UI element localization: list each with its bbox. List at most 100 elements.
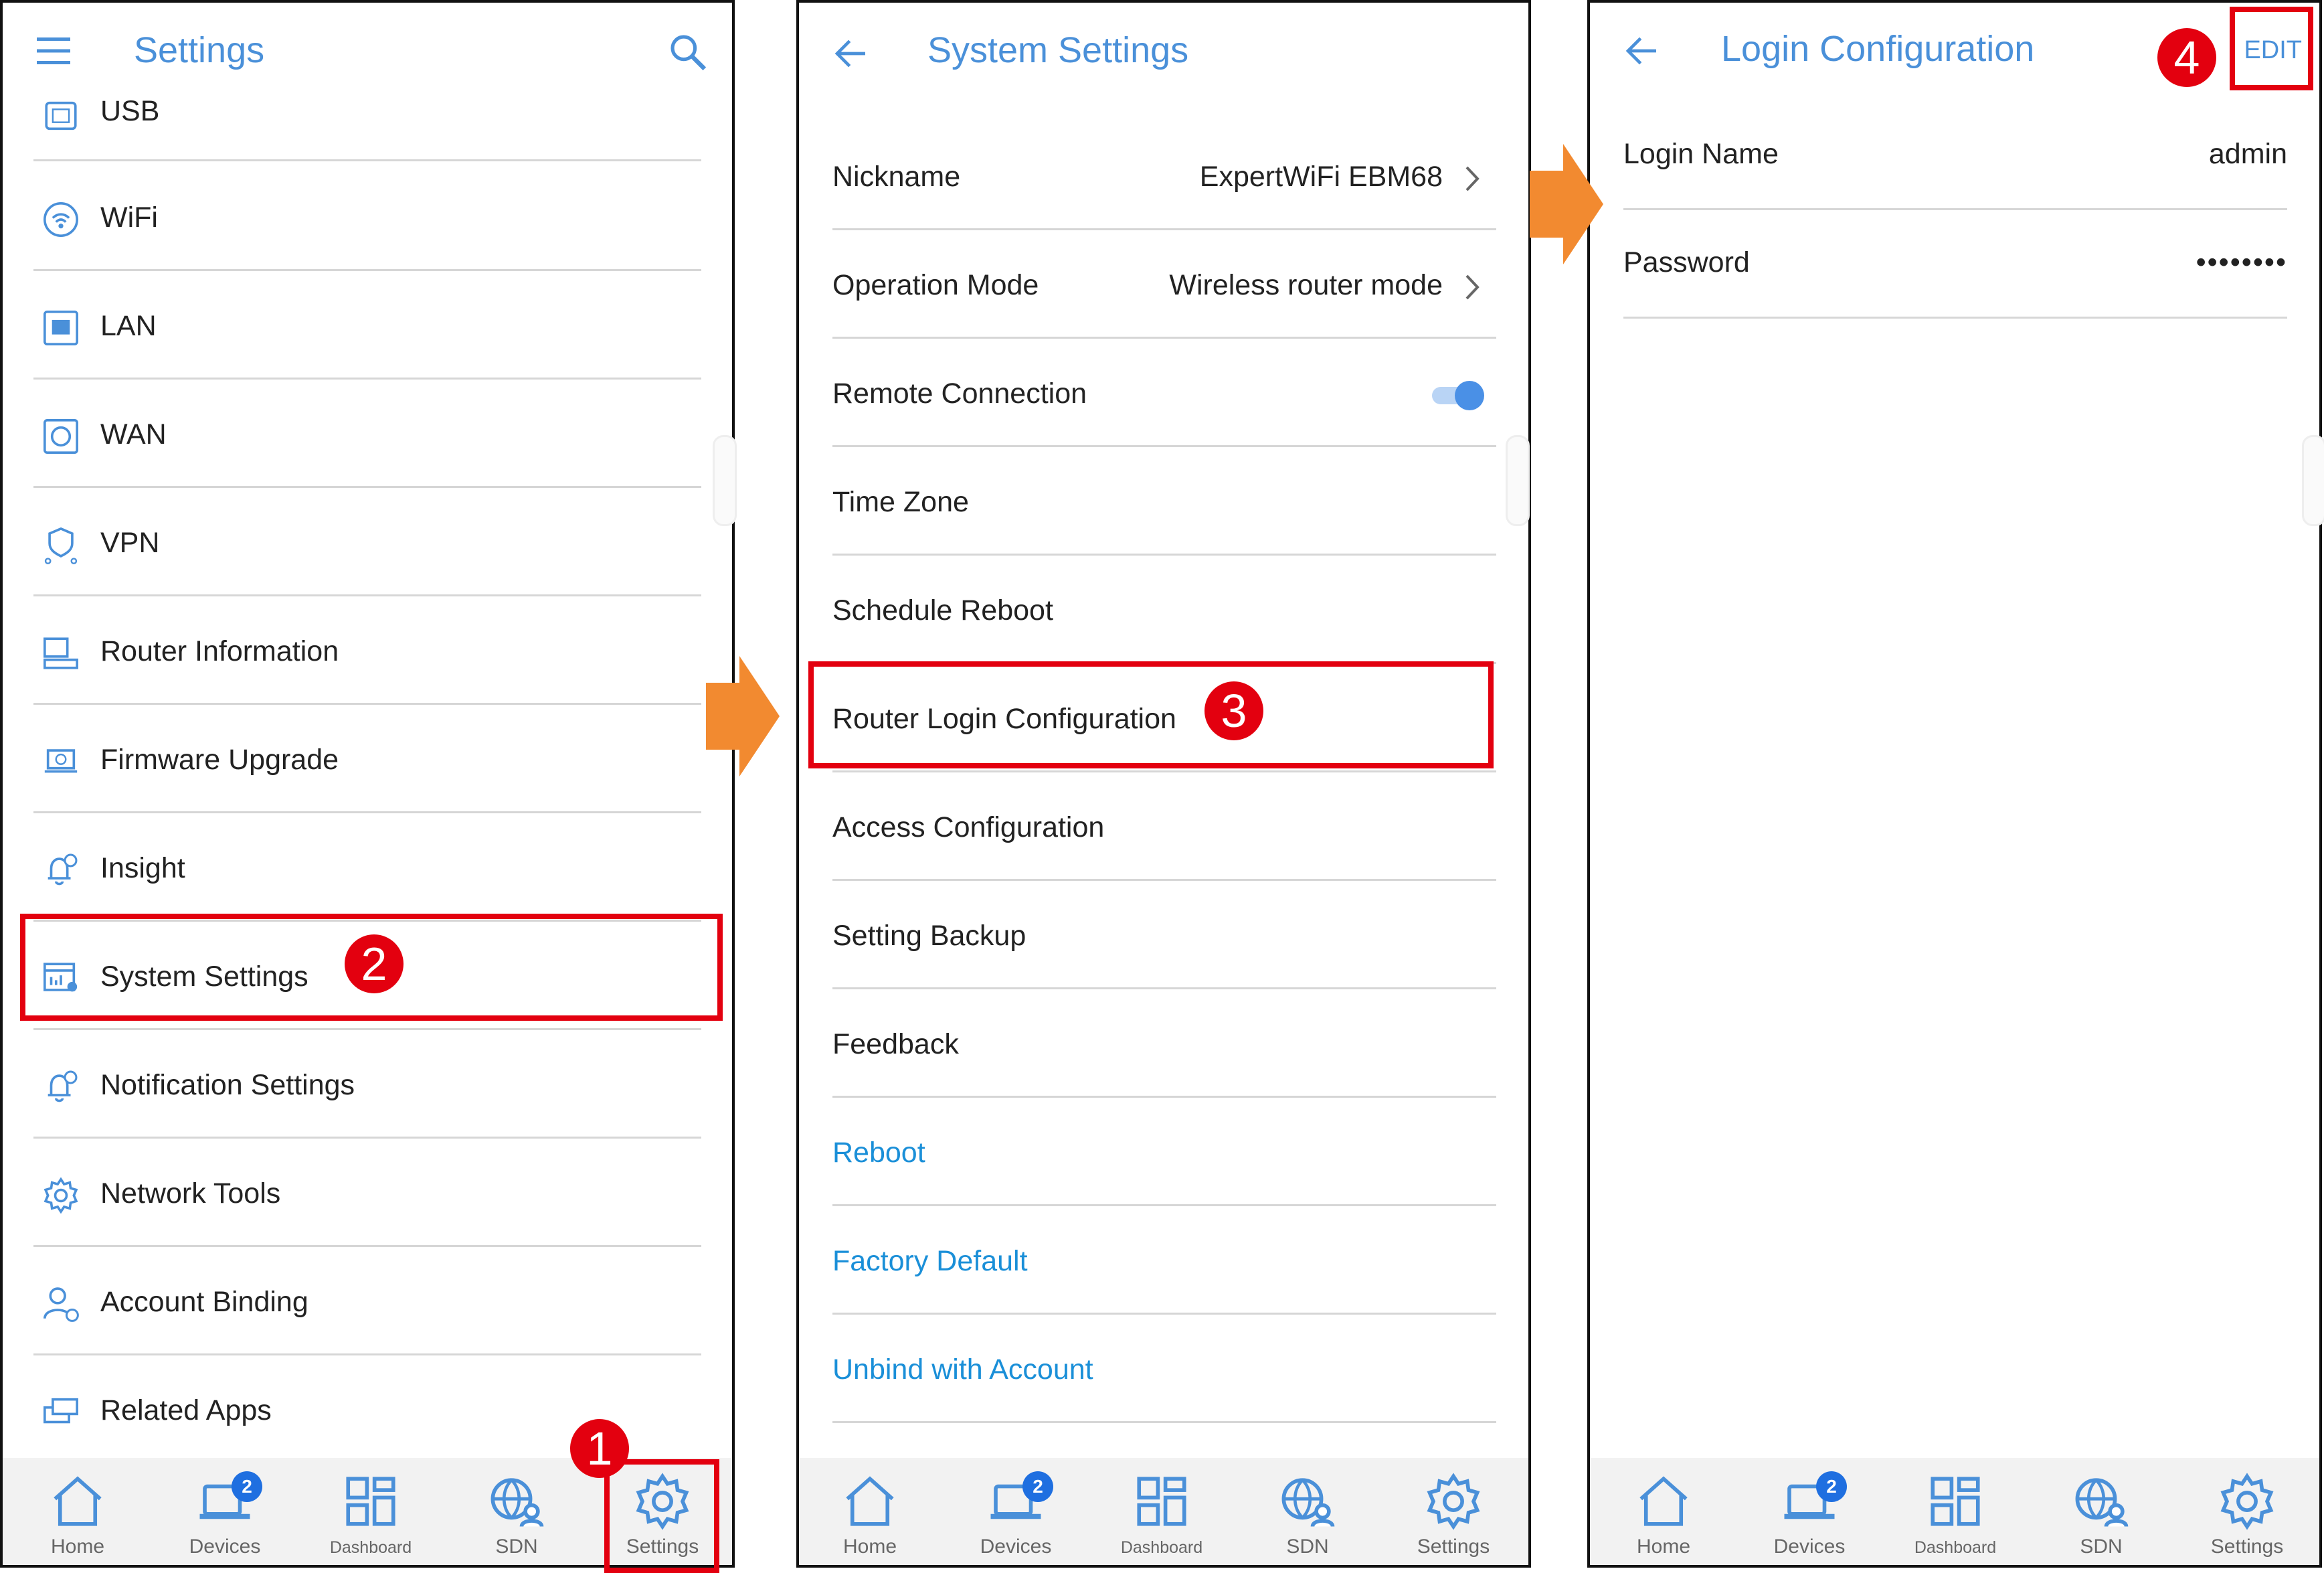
- back-arrow-icon[interactable]: [1623, 32, 1661, 70]
- nav-settings[interactable]: Settings: [1400, 1471, 1507, 1565]
- setting-row-factory-default[interactable]: Factory Default: [832, 1208, 1496, 1315]
- settings-item-insight[interactable]: Insight: [33, 815, 701, 922]
- nav-home[interactable]: Home: [24, 1471, 131, 1565]
- setting-row-reboot[interactable]: Reboot: [832, 1099, 1496, 1206]
- side-scroll-tab: [1506, 435, 1530, 526]
- nav-devices[interactable]: 2 Devices: [1756, 1471, 1863, 1565]
- tools-gear-icon: [41, 1176, 80, 1215]
- settings-item-vpn[interactable]: VPN: [33, 489, 701, 596]
- settings-item-label: Insight: [100, 852, 185, 884]
- page-title: System Settings: [927, 30, 1189, 70]
- setting-label: Setting Backup: [832, 920, 1026, 952]
- setting-label: Schedule Reboot: [832, 594, 1053, 627]
- setting-label: Feedback: [832, 1028, 959, 1060]
- nav-label: Home: [842, 1536, 897, 1558]
- vpn-icon: [44, 527, 78, 564]
- step-number-badge: 3: [1204, 681, 1263, 740]
- settings-item-wan[interactable]: WAN: [33, 381, 701, 488]
- router-icon: [43, 637, 78, 669]
- header: System Settings: [799, 3, 1528, 103]
- login-configuration-screen: Login Configuration EDIT Login Name admi…: [1587, 0, 2322, 1568]
- devices-badge: 2: [1816, 1471, 1847, 1502]
- login-name-label: Login Name: [1623, 138, 1779, 170]
- nav-sdn[interactable]: SDN: [463, 1471, 570, 1565]
- setting-row-setting-backup[interactable]: Setting Backup: [832, 882, 1496, 989]
- chevron-right-icon: [1463, 163, 1483, 194]
- setting-row-time-zone[interactable]: Time Zone: [832, 448, 1496, 556]
- home-icon: [48, 1471, 108, 1531]
- setting-row-unbind-with-account[interactable]: Unbind with Account: [832, 1316, 1496, 1423]
- nav-sdn[interactable]: SDN: [1254, 1471, 1361, 1565]
- settings-item-router-information[interactable]: Router Information: [33, 598, 701, 705]
- settings-item-label: WiFi: [100, 201, 158, 234]
- nav-label: SDN: [1286, 1536, 1329, 1558]
- settings-item-label: VPN: [100, 527, 160, 559]
- nav-label: Devices: [980, 1536, 1052, 1558]
- nav-label: Settings: [1417, 1536, 1490, 1558]
- nav-dashboard[interactable]: Dashboard: [1108, 1471, 1215, 1565]
- settings-item-label: LAN: [100, 310, 157, 342]
- login-name-value: admin: [2208, 138, 2287, 170]
- system-settings-screen: System Settings Nickname ExpertWiFi EBM6…: [796, 0, 1531, 1568]
- devices-badge: 2: [232, 1471, 262, 1502]
- setting-value: Wireless router mode: [1169, 269, 1443, 301]
- setting-label: Time Zone: [832, 486, 969, 518]
- wan-icon: [43, 419, 78, 454]
- settings-item-label: Network Tools: [100, 1177, 281, 1210]
- settings-item-network-tools[interactable]: Network Tools: [33, 1140, 701, 1247]
- password-label: Password: [1623, 246, 1750, 278]
- highlight-box-router-login: [808, 661, 1494, 768]
- settings-item-usb[interactable]: USB: [33, 56, 701, 161]
- nav-home[interactable]: Home: [816, 1471, 923, 1565]
- password-value: ••••••••: [2196, 246, 2287, 278]
- sdn-icon: [1277, 1471, 1338, 1531]
- settings-gear-icon: [1423, 1471, 1484, 1531]
- settings-item-label: USB: [100, 95, 160, 127]
- nav-dashboard[interactable]: Dashboard: [1902, 1471, 2009, 1565]
- settings-item-firmware-upgrade[interactable]: Firmware Upgrade: [33, 706, 701, 813]
- settings-item-label: Firmware Upgrade: [100, 744, 339, 776]
- flow-arrow-right-icon: [1530, 144, 1603, 264]
- settings-item-label: Account Binding: [100, 1286, 308, 1318]
- page-title: Login Configuration: [1721, 29, 2035, 69]
- nav-devices[interactable]: 2 Devices: [171, 1471, 278, 1565]
- nav-dashboard[interactable]: Dashboard: [317, 1471, 424, 1565]
- side-scroll-tab: [2302, 435, 2324, 526]
- nav-settings[interactable]: Settings: [2194, 1471, 2301, 1565]
- nav-label: Settings: [2210, 1536, 2284, 1558]
- home-icon: [840, 1471, 900, 1531]
- flow-arrow-right-icon: [706, 656, 780, 776]
- nav-sdn[interactable]: SDN: [2048, 1471, 2155, 1565]
- settings-item-notification-settings[interactable]: Notification Settings: [33, 1031, 701, 1139]
- nav-label: Home: [1636, 1536, 1691, 1558]
- setting-row-access-configuration[interactable]: Access Configuration: [832, 774, 1496, 881]
- nav-label: Dashboard: [1120, 1538, 1203, 1557]
- side-scroll-tab: [713, 435, 737, 526]
- settings-item-wifi[interactable]: WiFi: [33, 164, 701, 271]
- remote-connection-toggle[interactable]: [1429, 379, 1490, 412]
- settings-item-label: Notification Settings: [100, 1069, 355, 1101]
- nav-label: SDN: [495, 1536, 538, 1558]
- setting-row-operation-mode[interactable]: Operation Mode Wireless router mode: [832, 232, 1496, 339]
- bottom-nav: Home 2 Devices Dashboard SDN Settings: [1590, 1458, 2319, 1565]
- setting-row-feedback[interactable]: Feedback: [832, 991, 1496, 1098]
- settings-screen: Settings USB WiFi LAN WAN VPN Router Inf…: [0, 0, 735, 1568]
- back-arrow-icon[interactable]: [832, 35, 870, 72]
- apps-icon: [43, 1398, 78, 1424]
- nav-label: Dashboard: [329, 1538, 412, 1557]
- nav-devices[interactable]: 2 Devices: [962, 1471, 1069, 1565]
- nav-home[interactable]: Home: [1610, 1471, 1717, 1565]
- highlight-box-edit: [2230, 7, 2313, 90]
- bottom-nav: Home 2 Devices Dashboard SDN Settings: [799, 1458, 1528, 1565]
- settings-item-account-binding[interactable]: Account Binding: [33, 1248, 701, 1355]
- wifi-icon: [43, 202, 78, 237]
- step-number-badge: 2: [345, 934, 404, 993]
- sdn-icon: [486, 1471, 547, 1531]
- nav-label: Home: [50, 1536, 105, 1558]
- sdn-icon: [2071, 1471, 2131, 1531]
- dashboard-icon: [341, 1471, 401, 1531]
- settings-item-lan[interactable]: LAN: [33, 272, 701, 380]
- chevron-right-icon: [1463, 272, 1483, 303]
- setting-row-schedule-reboot[interactable]: Schedule Reboot: [832, 557, 1496, 664]
- setting-row-nickname[interactable]: Nickname ExpertWiFi EBM68: [832, 123, 1496, 230]
